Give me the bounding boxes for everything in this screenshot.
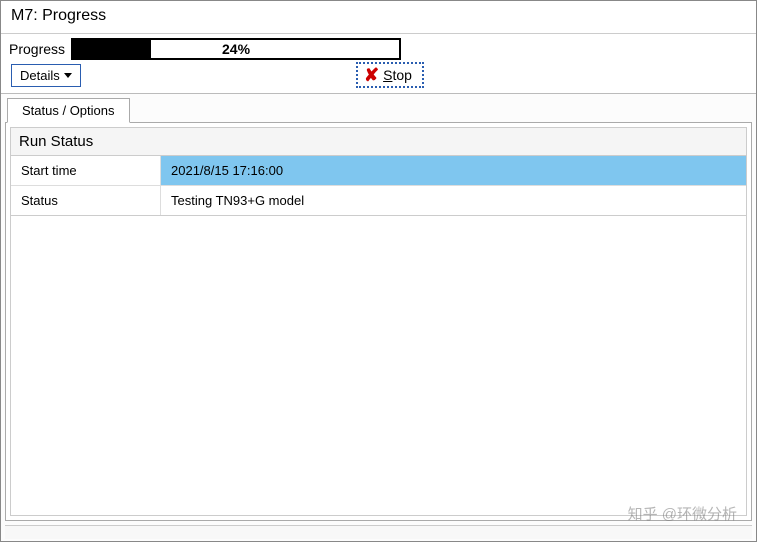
row-key: Status [11, 186, 161, 215]
progress-percent-text: 24% [73, 40, 399, 58]
table-row[interactable]: StatusTesting TN93+G model [11, 186, 746, 215]
controls-row: Details ✘ Stop [1, 62, 756, 93]
tab-status-options[interactable]: Status / Options [7, 98, 130, 123]
progress-row: Progress 24% [1, 34, 756, 62]
tab-strip: Status / Options [1, 98, 756, 122]
stop-button[interactable]: ✘ Stop [356, 62, 424, 88]
run-status-header: Run Status [10, 127, 747, 156]
run-status-table: Start time2021/8/15 17:16:00StatusTestin… [10, 156, 747, 216]
window-title: M7: Progress [1, 1, 756, 34]
details-button-label: Details [20, 68, 60, 83]
details-button[interactable]: Details [11, 64, 81, 87]
progress-window: M7: Progress Progress 24% Details ✘ Stop… [0, 0, 757, 542]
tab-area: Status / Options Run Status Start time20… [1, 93, 756, 541]
stop-button-label: Stop [383, 67, 412, 83]
progress-bar: 24% [71, 38, 401, 60]
tab-content: Run Status Start time2021/8/15 17:16:00S… [5, 122, 752, 521]
row-value: Testing TN93+G model [161, 186, 746, 215]
blank-area [10, 216, 747, 516]
row-value: 2021/8/15 17:16:00 [161, 156, 746, 185]
table-row[interactable]: Start time2021/8/15 17:16:00 [11, 156, 746, 186]
caret-down-icon [64, 73, 72, 78]
bottom-status-strip [5, 525, 752, 539]
progress-label: Progress [9, 41, 65, 57]
close-x-icon: ✘ [364, 66, 379, 84]
row-key: Start time [11, 156, 161, 185]
